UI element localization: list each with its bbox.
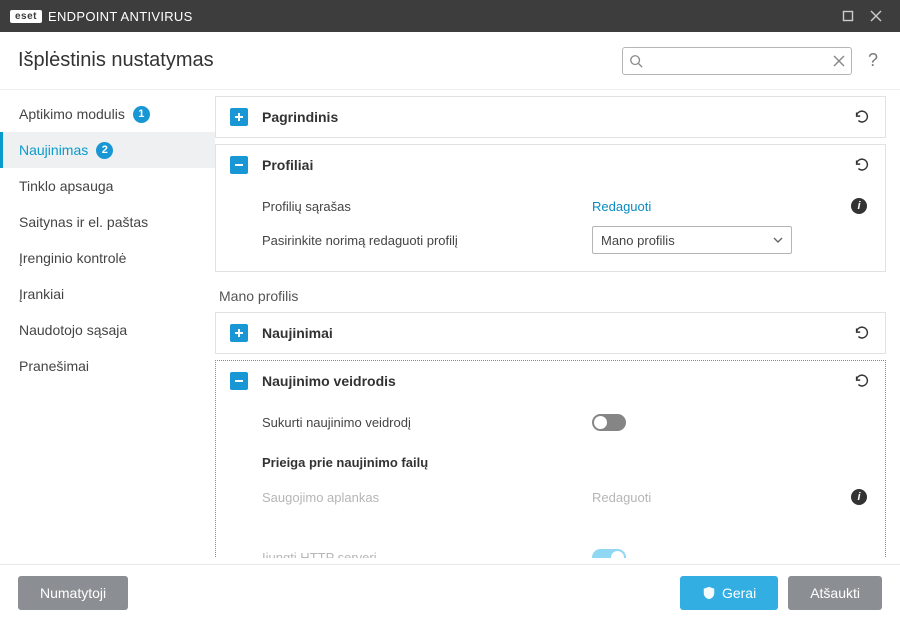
sidebar-item-badge: 2 [96, 142, 113, 159]
section-title: Naujinimo veidrodis [262, 373, 853, 389]
undo-icon [853, 372, 871, 390]
collapse-icon [230, 372, 248, 390]
sidebar-item-notifications[interactable]: Pranešimai [0, 348, 215, 384]
ok-button-label: Gerai [722, 585, 756, 601]
close-icon [870, 10, 882, 22]
window-maximize-button[interactable] [834, 0, 862, 32]
maximize-icon [842, 10, 854, 22]
section-undo-button[interactable] [853, 108, 871, 126]
sidebar-item-device-control[interactable]: Įrenginio kontrolė [0, 240, 215, 276]
section-naujinimai: Naujinimai [215, 312, 886, 354]
section-toggle-profiliai[interactable]: Profiliai [216, 145, 885, 185]
brand-badge: eset [10, 10, 42, 23]
sidebar-item-update[interactable]: Naujinimas 2 [0, 132, 215, 168]
page-title: Išplėstinis nustatymas [18, 49, 622, 72]
window-close-button[interactable] [862, 0, 890, 32]
create-mirror-label: Sukurti naujinimo veidrodį [262, 415, 592, 430]
section-undo-button[interactable] [853, 372, 871, 390]
chevron-down-icon [773, 235, 783, 245]
http-server-toggle [592, 549, 626, 559]
row-create-mirror: Sukurti naujinimo veidrodį [262, 405, 871, 439]
search-box[interactable] [622, 47, 852, 75]
section-toggle-pagrindinis[interactable]: Pagrindinis [216, 97, 885, 137]
info-icon[interactable]: i [851, 198, 867, 214]
section-profiliai: Profiliai Profilių sąrašas Redaguoti [215, 144, 886, 272]
undo-icon [853, 108, 871, 126]
http-server-label: Įjungti HTTP serverį [262, 550, 592, 559]
storage-folder-edit-link: Redaguoti [592, 490, 651, 505]
sidebar: Aptikimo modulis 1 Naujinimas 2 Tinklo a… [0, 90, 215, 564]
section-title: Pagrindinis [262, 109, 853, 125]
create-mirror-toggle[interactable] [592, 414, 626, 431]
content-scroll[interactable]: Pagrindinis Profiliai [215, 96, 890, 558]
info-icon[interactable]: i [851, 489, 867, 505]
profile-list-label: Profilių sąrašas [262, 199, 592, 214]
profile-select-dropdown[interactable]: Mano profilis [592, 226, 792, 254]
sidebar-item-label: Įrankiai [19, 286, 64, 302]
expand-icon [230, 108, 248, 126]
row-storage-folder: Saugojimo aplankas Redaguoti i [262, 480, 871, 514]
access-files-heading: Prieiga prie naujinimo failų [262, 439, 871, 480]
section-undo-button[interactable] [853, 324, 871, 342]
sidebar-item-label: Naujinimas [19, 142, 88, 158]
ok-button[interactable]: Gerai [680, 576, 778, 610]
sidebar-item-label: Tinklo apsauga [19, 178, 113, 194]
section-title: Naujinimai [262, 325, 853, 341]
section-undo-button[interactable] [853, 156, 871, 174]
collapse-icon [230, 156, 248, 174]
profile-select-value: Mano profilis [601, 233, 675, 248]
titlebar: eset ENDPOINT ANTIVIRUS [0, 0, 900, 32]
section-toggle-update-mirror[interactable]: Naujinimo veidrodis [216, 361, 885, 401]
profile-select-label: Pasirinkite norimą redaguoti profilį [262, 233, 592, 248]
clear-search-icon[interactable] [833, 55, 845, 67]
section-title: Profiliai [262, 157, 853, 173]
cancel-button-label: Atšaukti [810, 585, 860, 601]
undo-icon [853, 156, 871, 174]
sidebar-item-label: Saitynas ir el. paštas [19, 214, 148, 230]
sidebar-item-label: Naudotojo sąsaja [19, 322, 127, 338]
expand-icon [230, 324, 248, 342]
search-icon [629, 54, 643, 68]
section-update-mirror: Naujinimo veidrodis Sukurti naujinimo ve… [215, 360, 886, 558]
undo-icon [853, 324, 871, 342]
row-profile-list: Profilių sąrašas Redaguoti i [262, 189, 871, 223]
storage-folder-label: Saugojimo aplankas [262, 490, 592, 505]
defaults-button[interactable]: Numatytoji [18, 576, 128, 610]
page-header: Išplėstinis nustatymas ? [0, 32, 900, 90]
help-button[interactable]: ? [864, 50, 882, 71]
section-toggle-naujinimai[interactable]: Naujinimai [216, 313, 885, 353]
sidebar-item-badge: 1 [133, 106, 150, 123]
sidebar-item-label: Aptikimo modulis [19, 106, 125, 122]
sidebar-item-tools[interactable]: Įrankiai [0, 276, 215, 312]
shield-icon [702, 586, 716, 600]
cancel-button[interactable]: Atšaukti [788, 576, 882, 610]
profile-subheading: Mano profilis [215, 278, 886, 312]
sidebar-item-label: Įrenginio kontrolė [19, 250, 126, 266]
sidebar-item-ui[interactable]: Naudotojo sąsaja [0, 312, 215, 348]
row-http-server: Įjungti HTTP serverį [262, 540, 871, 558]
sidebar-item-web-email[interactable]: Saitynas ir el. paštas [0, 204, 215, 240]
profile-list-edit-link[interactable]: Redaguoti [592, 199, 651, 214]
section-pagrindinis: Pagrindinis [215, 96, 886, 138]
sidebar-item-detection-module[interactable]: Aptikimo modulis 1 [0, 96, 215, 132]
defaults-button-label: Numatytoji [40, 585, 106, 601]
product-name: ENDPOINT ANTIVIRUS [48, 9, 193, 24]
row-profile-select: Pasirinkite norimą redaguoti profilį Man… [262, 223, 871, 257]
sidebar-item-network-protection[interactable]: Tinklo apsauga [0, 168, 215, 204]
search-input[interactable] [643, 53, 833, 68]
sidebar-item-label: Pranešimai [19, 358, 89, 374]
footer: Numatytoji Gerai Atšaukti [0, 564, 900, 620]
